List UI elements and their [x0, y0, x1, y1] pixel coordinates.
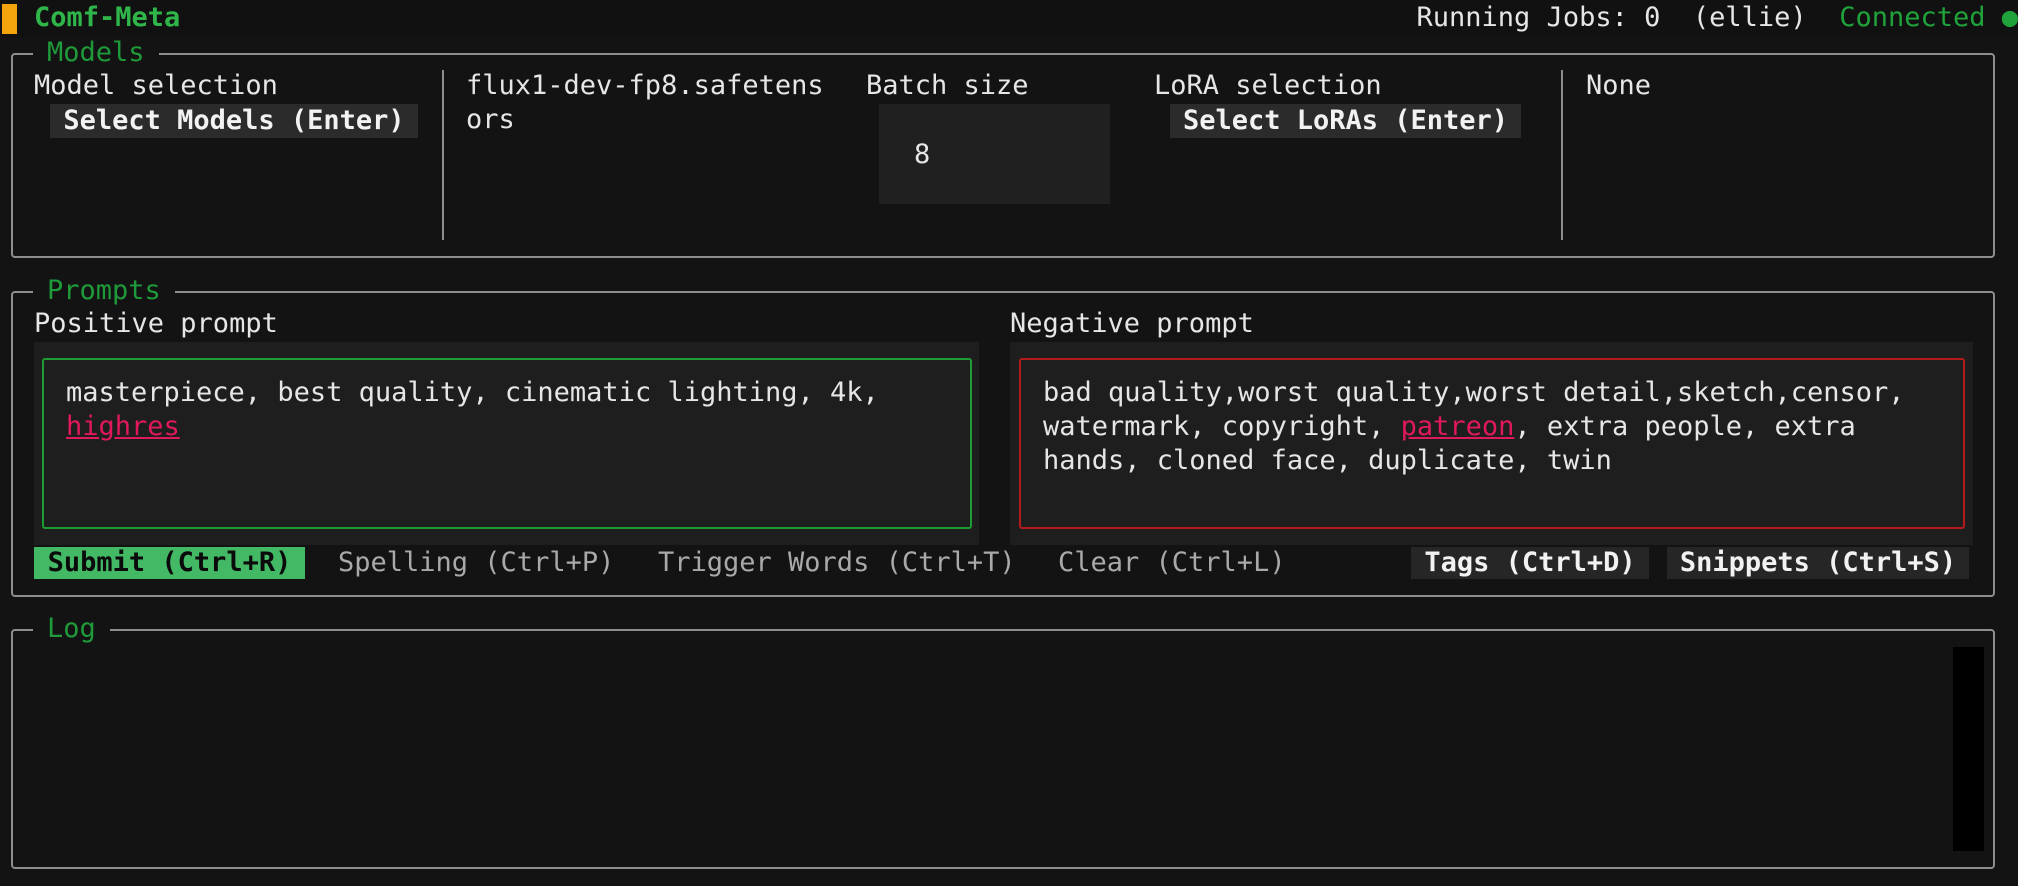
- header-bar: Comf-Meta Running Jobs: 0 (ellie) Connec…: [0, 0, 2018, 38]
- submit-button[interactable]: Submit (Ctrl+R): [34, 547, 305, 579]
- positive-prompt-text: masterpiece, best quality, cinematic lig…: [66, 377, 896, 408]
- snippets-button[interactable]: Snippets (Ctrl+S): [1667, 547, 1969, 579]
- clear-button[interactable]: Clear (Ctrl+L): [1058, 547, 1286, 579]
- selected-lora-name: None: [1586, 70, 1652, 101]
- connection-status: Connected ●: [1839, 2, 2018, 33]
- app-title: Comf-Meta: [34, 2, 181, 33]
- running-jobs-indicator: Running Jobs: 0: [1416, 2, 1661, 33]
- select-models-button[interactable]: Select Models (Enter): [50, 104, 418, 138]
- batch-size-value[interactable]: 8: [914, 138, 930, 172]
- negative-prompt-input[interactable]: bad quality,worst quality,worst detail,s…: [1019, 358, 1965, 529]
- spelling-button[interactable]: Spelling (Ctrl+P): [338, 547, 614, 579]
- user-label: (ellie): [1692, 2, 1807, 33]
- tags-button[interactable]: Tags (Ctrl+D): [1411, 547, 1649, 579]
- log-panel-title: Log: [33, 612, 110, 646]
- models-divider-1: [442, 70, 444, 240]
- models-divider-2: [1561, 70, 1563, 240]
- select-loras-button[interactable]: Select LoRAs (Enter): [1170, 104, 1521, 138]
- log-panel: Log: [11, 612, 1995, 869]
- positive-prompt-label: Positive prompt: [34, 308, 278, 339]
- log-scrollbar[interactable]: [1953, 647, 1984, 851]
- app-marker: [2, 4, 17, 34]
- header-status: Running Jobs: 0 (ellie) Connected ●: [1417, 1, 2018, 35]
- batch-size-label: Batch size: [866, 70, 1029, 101]
- models-panel-title: Models: [33, 36, 159, 70]
- model-selection-label: Model selection: [34, 70, 278, 101]
- trigger-words-button[interactable]: Trigger Words (Ctrl+T): [658, 547, 1016, 579]
- positive-misspelled-word[interactable]: highres: [66, 411, 180, 442]
- negative-prompt-label: Negative prompt: [1010, 308, 1254, 339]
- lora-selection-label: LoRA selection: [1154, 70, 1382, 101]
- negative-misspelled-word[interactable]: patreon: [1401, 411, 1515, 442]
- positive-prompt-input[interactable]: masterpiece, best quality, cinematic lig…: [42, 358, 972, 529]
- prompts-panel-title: Prompts: [33, 274, 175, 308]
- selected-model-name: flux1-dev-fp8.safetensors: [466, 70, 824, 135]
